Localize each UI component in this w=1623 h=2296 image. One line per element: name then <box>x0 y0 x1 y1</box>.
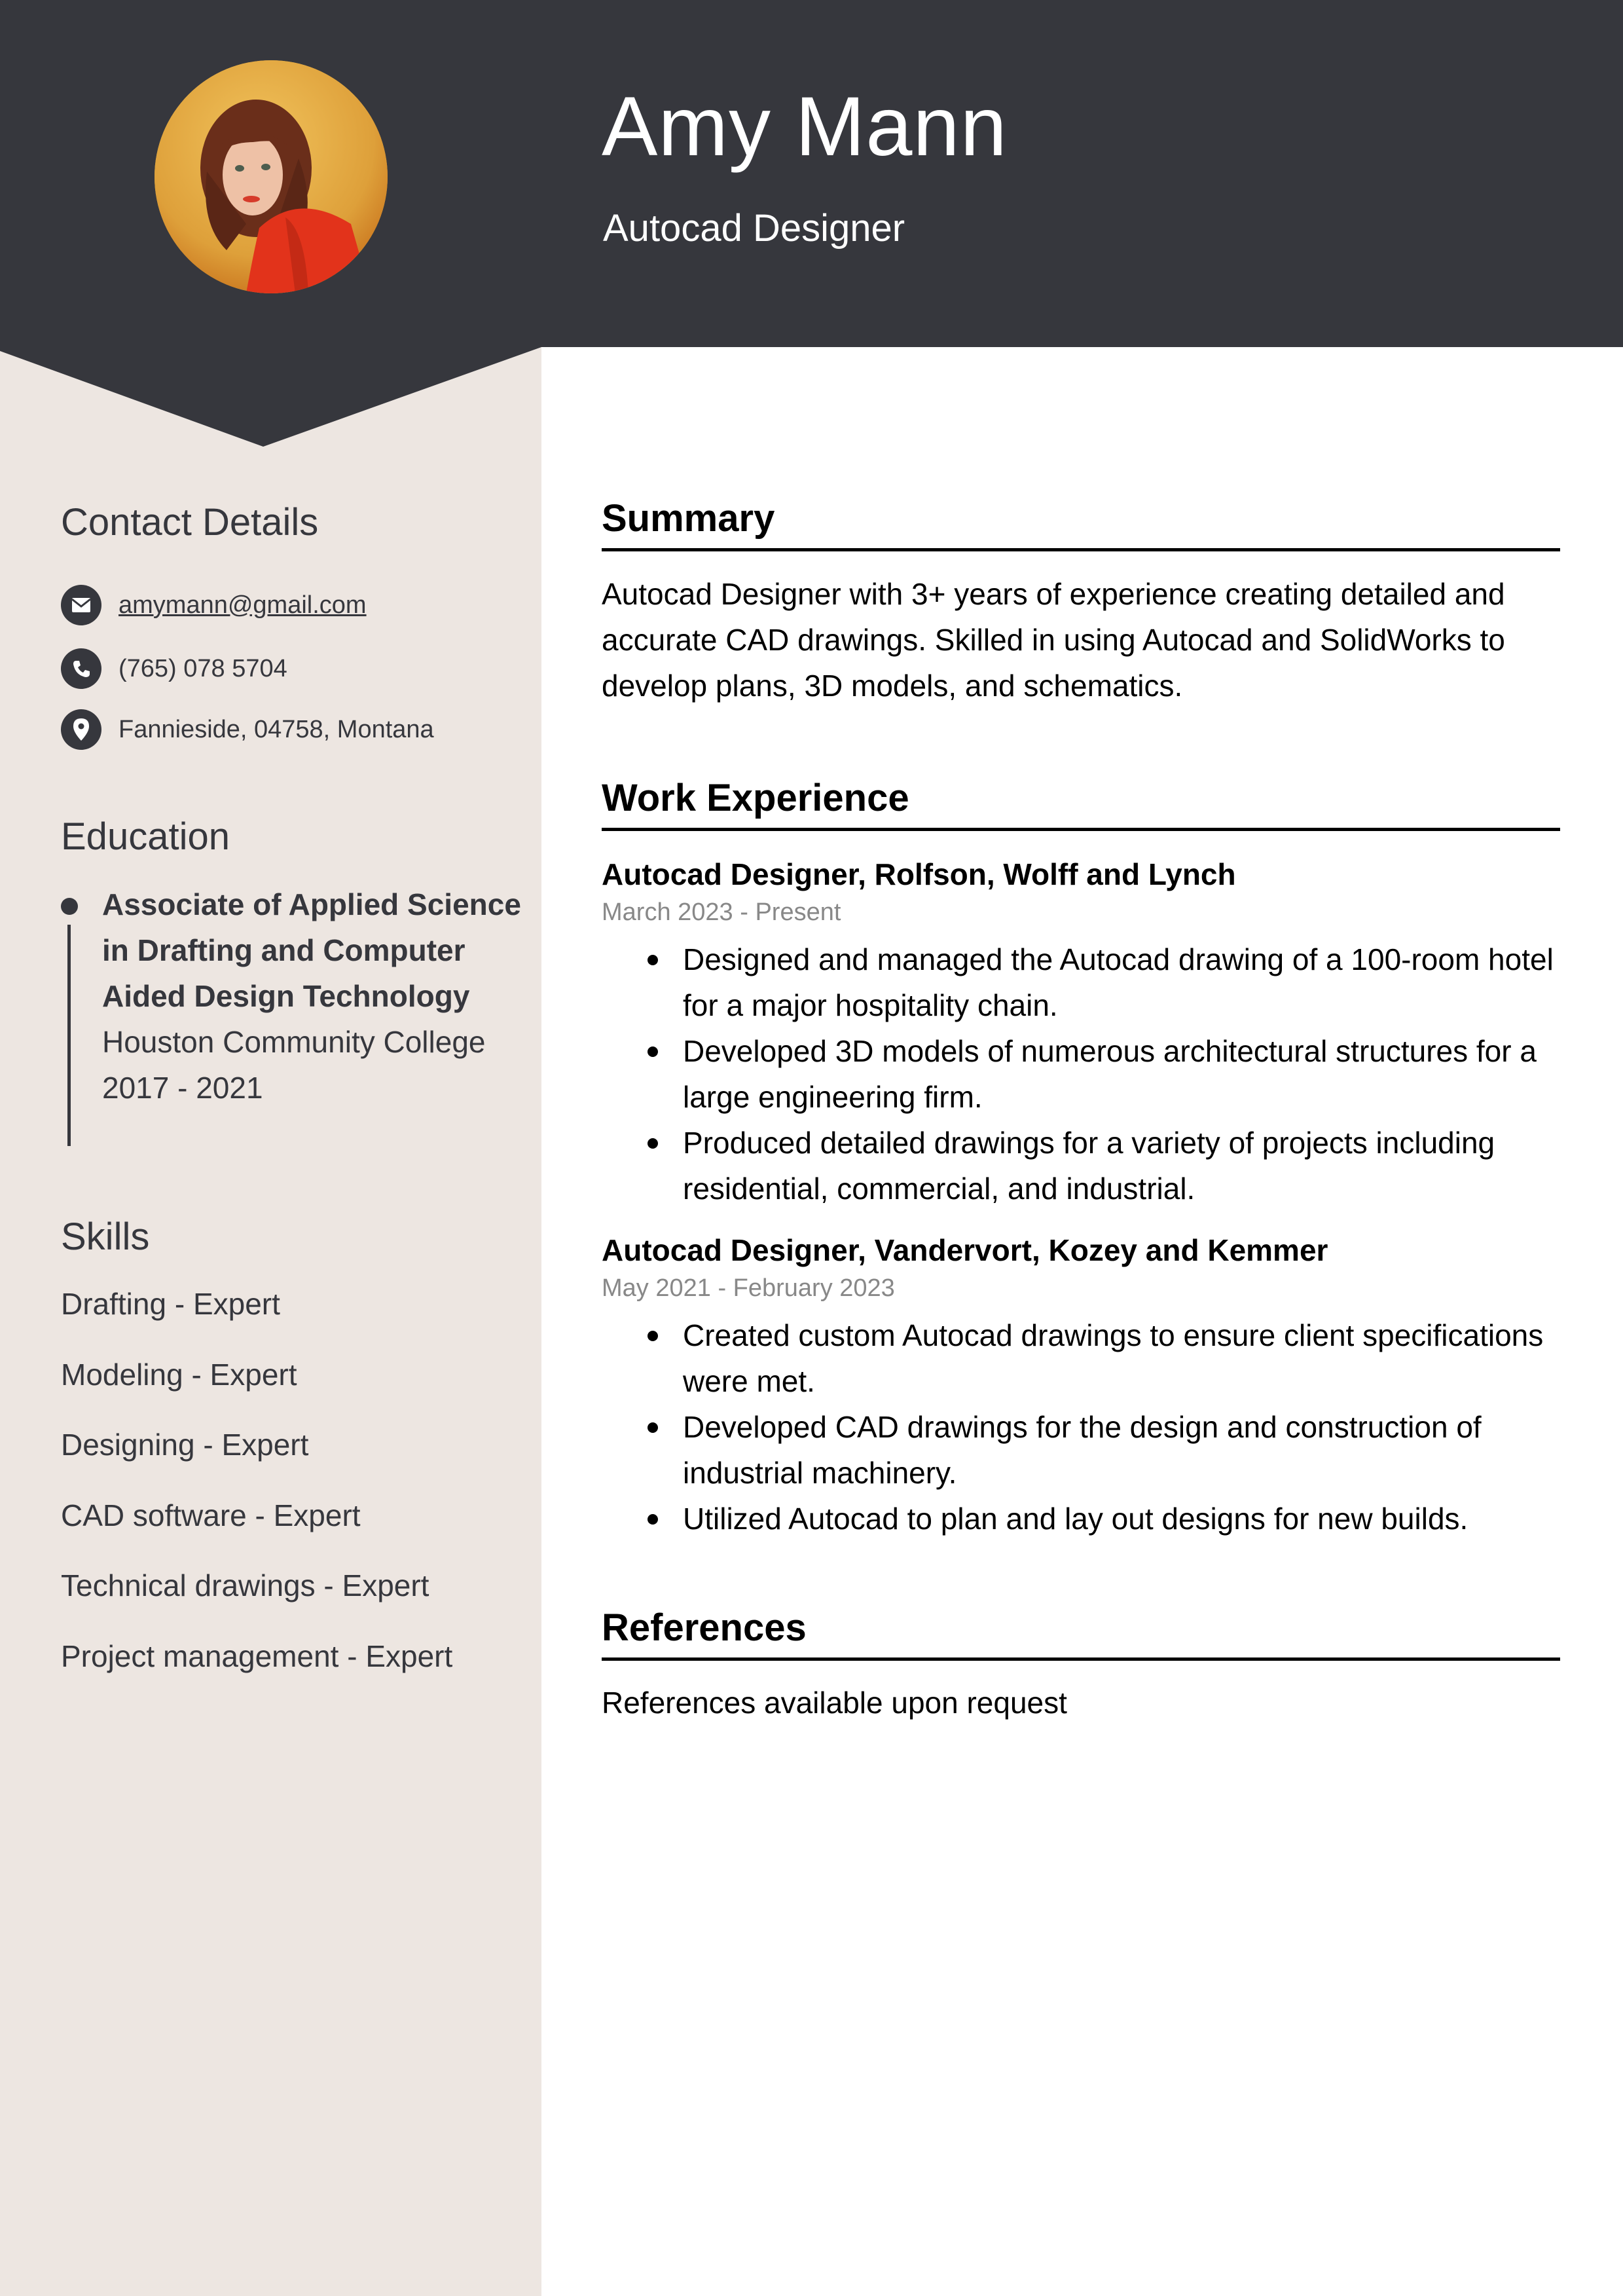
summary-divider <box>602 548 1560 551</box>
bullet-text: Produced detailed drawings for a variety… <box>683 1126 1495 1206</box>
work-section: Work Experience <box>602 779 1560 817</box>
phone-icon <box>61 648 101 689</box>
summary-text: Autocad Designer with 3+ years of experi… <box>602 577 1505 703</box>
bullet-text: Created custom Autocad drawings to ensur… <box>683 1318 1544 1398</box>
job-bullet: Developed CAD drawings for the design an… <box>602 1404 1560 1496</box>
bullet-icon <box>647 1138 658 1149</box>
bullet-text: Utilized Autocad to plan and lay out des… <box>683 1502 1468 1536</box>
timeline-dot <box>61 898 78 915</box>
contact-heading: Contact Details <box>61 501 319 544</box>
summary-heading: Summary <box>602 497 775 540</box>
bullet-text: Developed CAD drawings for the design an… <box>683 1410 1482 1490</box>
education-years: 2017 - 2021 <box>102 1071 263 1105</box>
job-bullet: Utilized Autocad to plan and lay out des… <box>602 1496 1560 1542</box>
job-bullets: Designed and managed the Autocad drawing… <box>602 936 1560 1212</box>
skills-heading: Skills <box>61 1215 150 1258</box>
skill-item: Project management - Expert <box>61 1639 453 1673</box>
references-section: References <box>602 1609 1560 1647</box>
skill-item: CAD software - Expert <box>61 1498 361 1532</box>
references-text: References available upon request <box>602 1686 1067 1720</box>
job-bullet: Designed and managed the Autocad drawing… <box>602 936 1560 1028</box>
job-entry: Autocad Designer, Vandervort, Kozey and … <box>602 1235 1560 1542</box>
education-heading: Education <box>61 815 230 858</box>
education-section: Education <box>61 816 519 858</box>
envelope-icon <box>61 585 101 625</box>
job-bullet: Produced detailed drawings for a variety… <box>602 1120 1560 1212</box>
skill-item: Modeling - Expert <box>61 1357 297 1392</box>
job-dates: May 2021 - February 2023 <box>602 1274 895 1302</box>
phone-number: (765) 078 5704 <box>119 654 287 682</box>
skill-item: Technical drawings - Expert <box>61 1568 429 1602</box>
bullet-icon <box>647 955 658 965</box>
work-heading: Work Experience <box>602 777 909 819</box>
contact-address: Fannieside, 04758, Montana <box>61 709 434 750</box>
bullet-icon <box>647 1331 658 1341</box>
job-bullet: Developed 3D models of numerous architec… <box>602 1028 1560 1120</box>
job-title: Autocad Designer, Vandervort, Kozey and … <box>602 1233 1328 1267</box>
skills-list: Drafting - Expert Modeling - Expert Desi… <box>61 1289 452 1711</box>
references-heading: References <box>602 1606 807 1649</box>
candidate-name: Amy Mann <box>602 80 1008 174</box>
skill-item: Drafting - Expert <box>61 1287 280 1321</box>
education-school: Houston Community College <box>102 1025 486 1059</box>
skill-item: Designing - Expert <box>61 1428 309 1462</box>
references-divider <box>602 1657 1560 1661</box>
job-title: Autocad Designer, Rolfson, Wolff and Lyn… <box>602 857 1236 891</box>
candidate-job-title: Autocad Designer <box>603 207 905 250</box>
map-pin-icon <box>61 709 101 750</box>
contact-email[interactable]: amymann@gmail.com <box>61 585 367 625</box>
bullet-icon <box>647 1046 658 1057</box>
job-bullets: Created custom Autocad drawings to ensur… <box>602 1312 1560 1542</box>
profile-photo <box>155 60 388 293</box>
job-entry: Autocad Designer, Rolfson, Wolff and Lyn… <box>602 859 1560 1212</box>
address: Fannieside, 04758, Montana <box>119 715 434 743</box>
portrait-illustration <box>155 60 388 293</box>
skills-section: Skills <box>61 1216 519 1258</box>
work-divider <box>602 828 1560 831</box>
bullet-icon <box>647 1514 658 1525</box>
contact-phone: (765) 078 5704 <box>61 648 287 689</box>
job-bullet: Created custom Autocad drawings to ensur… <box>602 1312 1560 1404</box>
education-degree: Associate of Applied Science in Drafting… <box>102 887 521 1013</box>
timeline-line <box>67 925 71 1146</box>
bullet-text: Designed and managed the Autocad drawing… <box>683 942 1554 1022</box>
education-entry: Associate of Applied Science in Drafting… <box>102 881 528 1111</box>
bullet-icon <box>647 1422 658 1433</box>
bullet-text: Developed 3D models of numerous architec… <box>683 1034 1537 1114</box>
contact-section: Contact Details <box>61 502 519 544</box>
email-link[interactable]: amymann@gmail.com <box>119 591 367 620</box>
summary-section: Summary <box>602 500 1560 538</box>
job-dates: March 2023 - Present <box>602 898 841 926</box>
